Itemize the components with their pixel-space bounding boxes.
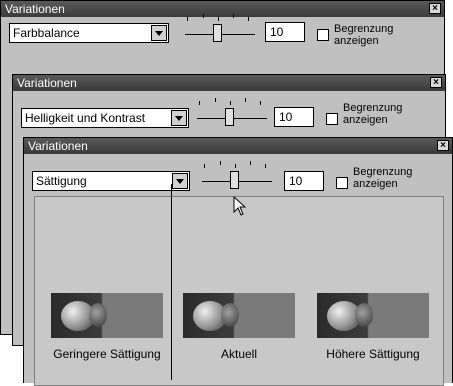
slider-thumb[interactable]: [230, 171, 239, 189]
select-value: Helligkeit und Kontrast: [25, 111, 146, 125]
begrenzung-checkbox[interactable]: [317, 29, 329, 41]
amount-slider[interactable]: [183, 14, 257, 49]
variation-type-select[interactable]: Farbbalance: [9, 23, 169, 43]
window-title: Variationen: [28, 139, 88, 153]
chevron-down-icon[interactable]: [171, 110, 187, 126]
amount-field[interactable]: 10: [284, 171, 324, 191]
close-icon[interactable]: ×: [437, 140, 449, 151]
window-title: Variationen: [17, 76, 77, 90]
preview-current[interactable]: [183, 293, 295, 338]
begrenzung-checkbox[interactable]: [326, 113, 338, 125]
slider-thumb[interactable]: [213, 24, 222, 42]
caption-more-saturation: Höhere Sättigung: [326, 347, 420, 361]
select-value: Farbbalance: [13, 26, 80, 40]
caption-less-saturation: Geringere Sättigung: [53, 347, 161, 361]
amount-field[interactable]: 10: [265, 22, 305, 42]
window-title: Variationen: [5, 2, 65, 16]
preview-less-saturation[interactable]: [51, 293, 163, 338]
amount-slider[interactable]: [195, 98, 269, 133]
close-icon[interactable]: ×: [430, 77, 442, 88]
checkbox-label: Begrenzung anzeigen: [334, 23, 394, 47]
variation-type-select[interactable]: Helligkeit und Kontrast: [21, 108, 189, 128]
amount-field[interactable]: 10: [274, 107, 314, 127]
callout-line: [171, 184, 172, 380]
preview-panel: Geringere Sättigung Aktuell Höhere Sätti…: [34, 196, 444, 386]
checkbox-label: Begrenzung anzeigen: [353, 166, 413, 190]
window-titlebar[interactable]: Variationen ×: [24, 138, 452, 154]
caption-current: Aktuell: [220, 347, 258, 361]
preview-more-saturation[interactable]: [317, 293, 429, 338]
variation-type-select[interactable]: Sättigung: [32, 171, 190, 191]
window-titlebar[interactable]: Variationen ×: [13, 75, 445, 91]
begrenzung-checkbox[interactable]: [336, 177, 348, 189]
mouse-pointer-icon: [233, 196, 247, 216]
close-icon[interactable]: ×: [429, 3, 441, 14]
slider-thumb[interactable]: [225, 108, 234, 126]
amount-slider[interactable]: [200, 161, 274, 196]
select-value: Sättigung: [36, 174, 87, 188]
checkbox-label: Begrenzung anzeigen: [343, 102, 403, 126]
variationen-window-saettigung: Variationen × Sättigung 10 Begrenzung anz…: [23, 137, 453, 386]
chevron-down-icon[interactable]: [151, 25, 167, 41]
chevron-down-icon[interactable]: [172, 173, 188, 189]
